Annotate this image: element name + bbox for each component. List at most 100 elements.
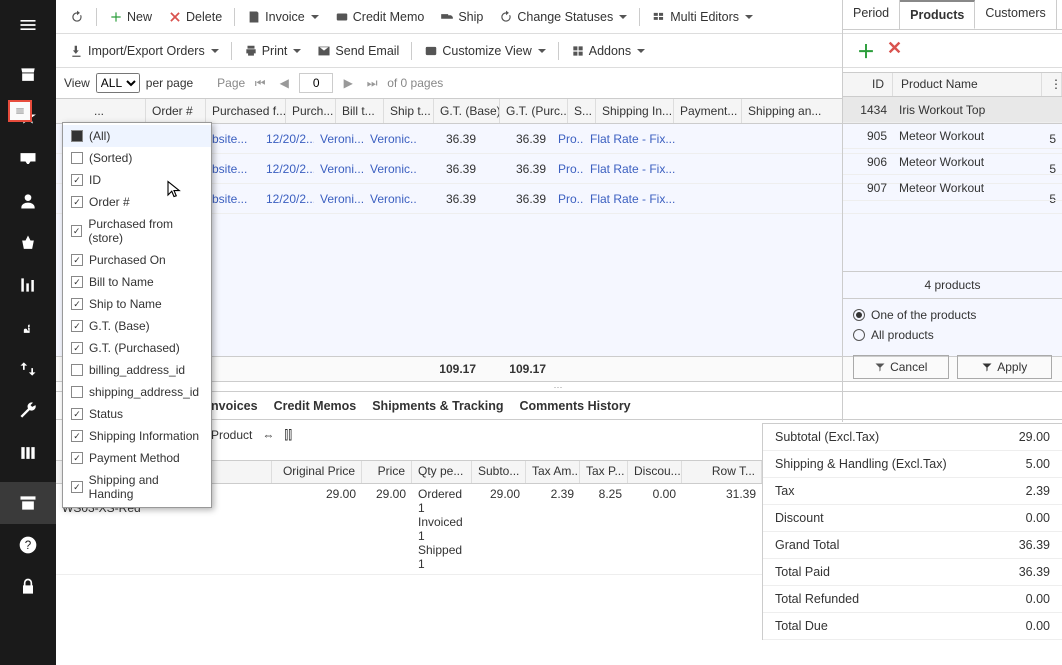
- product-row[interactable]: 906Meteor Workout: [843, 149, 1062, 175]
- column-picker-item[interactable]: Shipping Information: [63, 425, 211, 447]
- products-col-name[interactable]: Product Name: [893, 73, 1042, 96]
- item-col-discount[interactable]: Discou...: [628, 461, 682, 483]
- column-picker-item[interactable]: Payment Method: [63, 447, 211, 469]
- change-statuses-button[interactable]: Change Statuses: [493, 7, 633, 27]
- split-vertical-icon[interactable]: ⫿⫿: [284, 428, 292, 443]
- column-picker-item[interactable]: Purchased from (store): [63, 213, 211, 249]
- cancel-button[interactable]: Cancel: [853, 355, 949, 379]
- tab-products[interactable]: Products: [900, 0, 975, 29]
- nav-puzzle-icon[interactable]: [0, 306, 56, 348]
- item-col-tax-percent[interactable]: Tax P...: [580, 461, 628, 483]
- tab-period[interactable]: Period: [843, 0, 900, 29]
- col-ship-to[interactable]: Ship t...: [384, 99, 434, 123]
- nav-store-icon[interactable]: [0, 54, 56, 96]
- column-picker-item[interactable]: billing_address_id: [63, 359, 211, 381]
- column-picker-item[interactable]: G.T. (Purchased): [63, 337, 211, 359]
- nav-basket-icon[interactable]: [0, 222, 56, 264]
- column-picker-item[interactable]: shipping_address_id: [63, 381, 211, 403]
- column-picker-item[interactable]: (Sorted): [63, 147, 211, 169]
- new-button[interactable]: New: [103, 7, 158, 27]
- summary-total-refunded-value: 0.00: [1026, 592, 1050, 606]
- summary-subtotal-value: 29.00: [1019, 430, 1050, 444]
- column-picker-toggle[interactable]: [8, 100, 32, 122]
- item-col-row-total[interactable]: Row T...: [682, 461, 762, 483]
- item-col-price[interactable]: Price: [362, 461, 412, 483]
- nav-help-icon[interactable]: ?: [0, 524, 56, 566]
- prev-page-button[interactable]: ◀: [275, 74, 293, 92]
- col-payment[interactable]: Payment...: [674, 99, 742, 123]
- tab-credit-memos[interactable]: Credit Memos: [274, 399, 357, 413]
- column-picker-item[interactable]: Bill to Name: [63, 271, 211, 293]
- column-picker-item[interactable]: (All): [63, 125, 211, 147]
- nav-transfer-icon[interactable]: [0, 348, 56, 390]
- col-status[interactable]: S...: [568, 99, 596, 123]
- print-button[interactable]: Print: [238, 41, 308, 61]
- of-pages-label: of 0 pages: [387, 76, 443, 90]
- checkbox-icon: [71, 364, 83, 376]
- page-input[interactable]: [299, 73, 333, 93]
- column-picker-item[interactable]: ID: [63, 169, 211, 191]
- column-picker-item[interactable]: Ship to Name: [63, 293, 211, 315]
- col-purchased-from[interactable]: Purchased f...: [206, 99, 286, 123]
- nav-inbox-icon[interactable]: [0, 138, 56, 180]
- radio-all-products[interactable]: All products: [853, 325, 1052, 345]
- radio-one-of-products[interactable]: One of the products: [853, 305, 1052, 325]
- nav-menu-icon[interactable]: [0, 4, 56, 46]
- expand-horizontal-icon[interactable]: ⇔: [262, 428, 274, 442]
- item-col-original-price[interactable]: Original Price: [272, 461, 362, 483]
- product-row[interactable]: 907Meteor Workout: [843, 175, 1062, 201]
- checkbox-icon: [71, 386, 83, 398]
- col-gt-base[interactable]: G.T. (Base): [434, 99, 500, 123]
- column-picker-item[interactable]: Shipping and Handing: [63, 469, 211, 505]
- column-picker-item[interactable]: Order #: [63, 191, 211, 213]
- tab-customers[interactable]: Customers: [975, 0, 1056, 29]
- invoice-button[interactable]: Invoice: [241, 7, 325, 27]
- nav-lock-icon[interactable]: [0, 566, 56, 608]
- products-col-id[interactable]: ID: [843, 73, 893, 96]
- ship-button[interactable]: Ship: [434, 7, 489, 27]
- item-col-subtotal[interactable]: Subto...: [472, 461, 526, 483]
- page-label: Page: [217, 76, 245, 90]
- col-shipping-info[interactable]: Shipping In...: [596, 99, 674, 123]
- delete-button[interactable]: Delete: [162, 7, 228, 27]
- item-col-qty[interactable]: Qty pe...: [412, 461, 472, 483]
- nav-archive-icon[interactable]: [0, 482, 56, 524]
- view-select[interactable]: ALL: [96, 73, 140, 93]
- remove-icon[interactable]: ✕: [887, 38, 902, 64]
- product-row[interactable]: 905Meteor Workout: [843, 123, 1062, 149]
- item-col-tax-amount[interactable]: Tax Am...: [526, 461, 580, 483]
- first-page-button[interactable]: ⏮: [251, 74, 269, 92]
- col-order[interactable]: Order #: [146, 99, 206, 123]
- tab-comments-history[interactable]: Comments History: [520, 399, 631, 413]
- import-export-button[interactable]: Import/Export Orders: [64, 41, 225, 61]
- nav-chart-icon[interactable]: [0, 264, 56, 306]
- col-id[interactable]: ...: [88, 99, 146, 123]
- nav-wrench-icon[interactable]: [0, 390, 56, 432]
- column-picker-item[interactable]: Purchased On: [63, 249, 211, 271]
- credit-memo-button[interactable]: Credit Memo: [329, 7, 431, 27]
- tab-invoices[interactable]: nvoices: [211, 399, 258, 413]
- column-picker-label: Bill to Name: [89, 275, 154, 289]
- products-col-menu[interactable]: ⋮: [1042, 73, 1062, 96]
- next-page-button[interactable]: ▶: [339, 74, 357, 92]
- customize-view-button[interactable]: Customize View: [418, 41, 551, 61]
- tab-shipments-tracking[interactable]: Shipments & Tracking: [372, 399, 503, 413]
- product-row[interactable]: 1434Iris Workout Top: [843, 97, 1062, 123]
- nav-columns-icon[interactable]: [0, 432, 56, 474]
- col-purchased-on[interactable]: Purch...: [286, 99, 336, 123]
- nav-user-icon[interactable]: [0, 180, 56, 222]
- send-email-button[interactable]: Send Email: [311, 41, 405, 61]
- col-bill-to[interactable]: Bill t...: [336, 99, 384, 123]
- last-page-button[interactable]: ⏭: [363, 74, 381, 92]
- summary-shipping-label: Shipping & Handling (Excl.Tax): [775, 457, 947, 471]
- add-icon[interactable]: ＋: [857, 38, 875, 64]
- column-picker-item[interactable]: G.T. (Base): [63, 315, 211, 337]
- multi-editors-button[interactable]: Multi Editors: [646, 7, 759, 27]
- column-picker-item[interactable]: Status: [63, 403, 211, 425]
- addons-button[interactable]: Addons: [565, 41, 651, 61]
- col-gt-purchased[interactable]: G.T. (Purc...: [500, 99, 568, 123]
- refresh-button[interactable]: [64, 7, 90, 27]
- apply-button[interactable]: Apply: [957, 355, 1053, 379]
- summary-grand-total-label: Grand Total: [775, 538, 839, 552]
- column-picker-label: Ship to Name: [89, 297, 162, 311]
